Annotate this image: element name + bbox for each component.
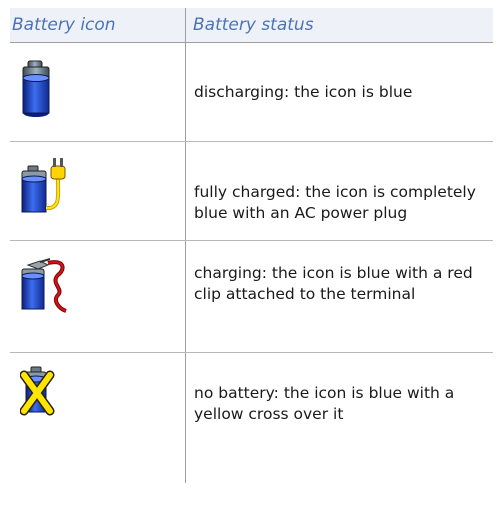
battery-none-cross-icon xyxy=(20,366,55,416)
battery-charging-clip-icon xyxy=(21,258,67,313)
icon-cell xyxy=(10,42,186,142)
column-header-status: Battery status xyxy=(185,8,493,43)
battery-discharging-icon xyxy=(22,60,50,117)
icon-cell xyxy=(10,240,186,353)
icon-cell xyxy=(10,352,186,483)
column-header-icon: Battery icon xyxy=(10,8,186,43)
table-row: fully charged: the icon is completely bl… xyxy=(10,141,493,241)
icon-cell xyxy=(10,141,186,241)
status-text: discharging: the icon is blue xyxy=(194,83,413,101)
status-text: fully charged: the icon is completely bl… xyxy=(194,183,476,222)
status-text: no battery: the icon is blue with a yell… xyxy=(194,384,455,423)
status-cell: fully charged: the icon is completely bl… xyxy=(185,141,493,241)
table-row: discharging: the icon is blue xyxy=(10,42,493,142)
status-cell: discharging: the icon is blue xyxy=(185,42,493,142)
status-text: charging: the icon is blue with a red cl… xyxy=(194,264,473,303)
table-row: charging: the icon is blue with a red cl… xyxy=(10,240,493,353)
status-cell: no battery: the icon is blue with a yell… xyxy=(186,353,494,484)
table-row: no battery: the icon is blue with a yell… xyxy=(10,352,494,484)
battery-charged-plug-icon xyxy=(21,158,66,213)
table-header-row: Battery icon Battery status xyxy=(10,8,493,43)
status-cell: charging: the icon is blue with a red cl… xyxy=(185,240,493,353)
battery-status-table: Battery icon Battery status discharging:… xyxy=(10,8,493,483)
